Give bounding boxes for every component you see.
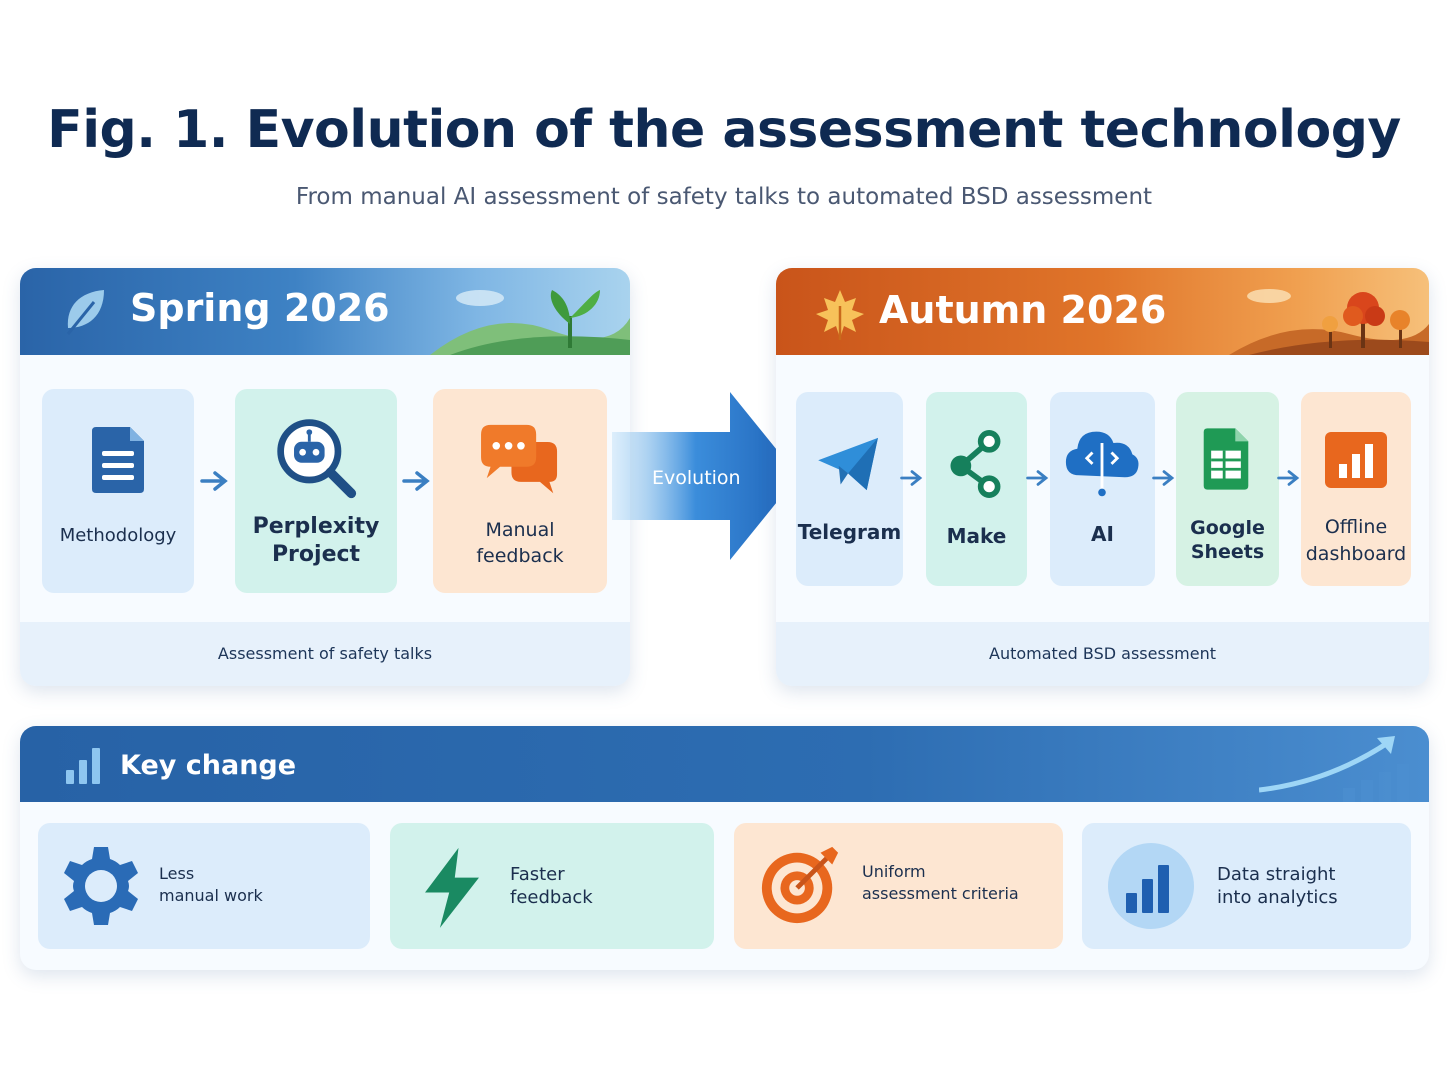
- autumn-trees-illustration: [1229, 289, 1429, 355]
- trend-up-illustration: [1259, 736, 1409, 802]
- arrow-right-icon: [402, 471, 430, 491]
- autumn-title: Autumn 2026: [879, 288, 1167, 332]
- benefit-less-manual-work: Less manual work: [38, 823, 370, 949]
- figure-title: Fig. 1. Evolution of the assessment tech…: [47, 100, 1401, 160]
- paper-plane-icon: [818, 437, 878, 491]
- arrow-right-icon: [200, 471, 228, 491]
- benefit-faster-feedback: Faster feedback: [390, 823, 714, 949]
- step-label-ai: AI: [1091, 522, 1114, 546]
- key-change-header: Key change: [20, 726, 1429, 802]
- benefit-label-data-analytics: Data straight into analytics: [1217, 864, 1338, 908]
- landscape-sprout-illustration: [430, 290, 630, 355]
- step-card-perplexity: Perplexity Project: [235, 389, 397, 593]
- figure-subtitle: From manual AI assessment of safety talk…: [295, 184, 1153, 210]
- step-card-ai: AI: [1050, 392, 1155, 586]
- step-label-google-sheets: Google Sheets: [1190, 517, 1265, 563]
- chat-bubbles-icon: [481, 424, 558, 494]
- spring-footer: Assessment of safety talks: [20, 622, 630, 686]
- gear-icon: [64, 847, 138, 925]
- step-label-make: Make: [946, 524, 1007, 548]
- bar-chart-icon: [1108, 843, 1194, 929]
- benefit-label-less-manual-work: Less manual work: [159, 864, 263, 905]
- autumn-panel: Autumn 2026 Telegram Make AI Google Shee…: [776, 268, 1429, 686]
- spreadsheet-icon: [1203, 428, 1249, 490]
- evolution-label: Evolution: [652, 467, 741, 489]
- benefit-label-faster-feedback: Faster feedback: [510, 864, 593, 908]
- document-icon: [92, 427, 144, 493]
- autumn-footer: Automated BSD assessment: [776, 622, 1429, 686]
- step-label-offline-dashboard: Offline dashboard: [1305, 516, 1407, 565]
- bar-chart-icon: [66, 748, 100, 784]
- benefit-data-analytics: Data straight into analytics: [1082, 823, 1411, 949]
- spring-panel: Spring 2026 Methodology Perplexity Proje…: [20, 268, 630, 686]
- key-change-title: Key change: [120, 750, 297, 781]
- benefit-label-uniform-criteria: Uniform assessment criteria: [862, 862, 1019, 903]
- bar-chart-icon: [1325, 432, 1387, 488]
- step-card-google-sheets: Google Sheets: [1176, 392, 1279, 586]
- arrow-right-icon: [1026, 470, 1049, 486]
- step-label-perplexity: Perplexity Project: [252, 514, 380, 567]
- brain-cloud-icon: [1065, 431, 1139, 497]
- arrow-right-icon: [1277, 470, 1300, 486]
- leaf-icon: [66, 290, 104, 335]
- target-icon: [761, 846, 839, 924]
- spring-title: Spring 2026: [130, 286, 390, 330]
- step-card-offline-dashboard: Offline dashboard: [1301, 392, 1411, 586]
- arrow-right-icon: [1152, 470, 1175, 486]
- step-card-manual-feedback: Manual feedback: [433, 389, 607, 593]
- spring-steps: Methodology Perplexity Project Manual fe…: [20, 355, 630, 623]
- ai-search-icon: [277, 419, 357, 499]
- benefit-uniform-criteria: Uniform assessment criteria: [734, 823, 1063, 949]
- step-label-methodology: Methodology: [59, 525, 177, 546]
- step-card-methodology: Methodology: [42, 389, 194, 593]
- step-card-telegram: Telegram: [796, 392, 903, 586]
- step-label-telegram: Telegram: [797, 520, 902, 544]
- key-change-panel: Key change Less manual work Faster feedb…: [20, 726, 1429, 970]
- lightning-icon: [425, 847, 479, 928]
- arrow-right-icon: [900, 470, 923, 486]
- autumn-steps: Telegram Make AI Google Sheets Offline d…: [776, 355, 1429, 623]
- step-card-make: Make: [926, 392, 1027, 586]
- step-label-manual-feedback: Manual feedback: [476, 519, 564, 567]
- autumn-header: Autumn 2026: [776, 268, 1429, 355]
- spring-header: Spring 2026: [20, 268, 630, 355]
- maple-leaf-icon: [816, 290, 864, 340]
- share-nodes-icon: [950, 430, 1001, 498]
